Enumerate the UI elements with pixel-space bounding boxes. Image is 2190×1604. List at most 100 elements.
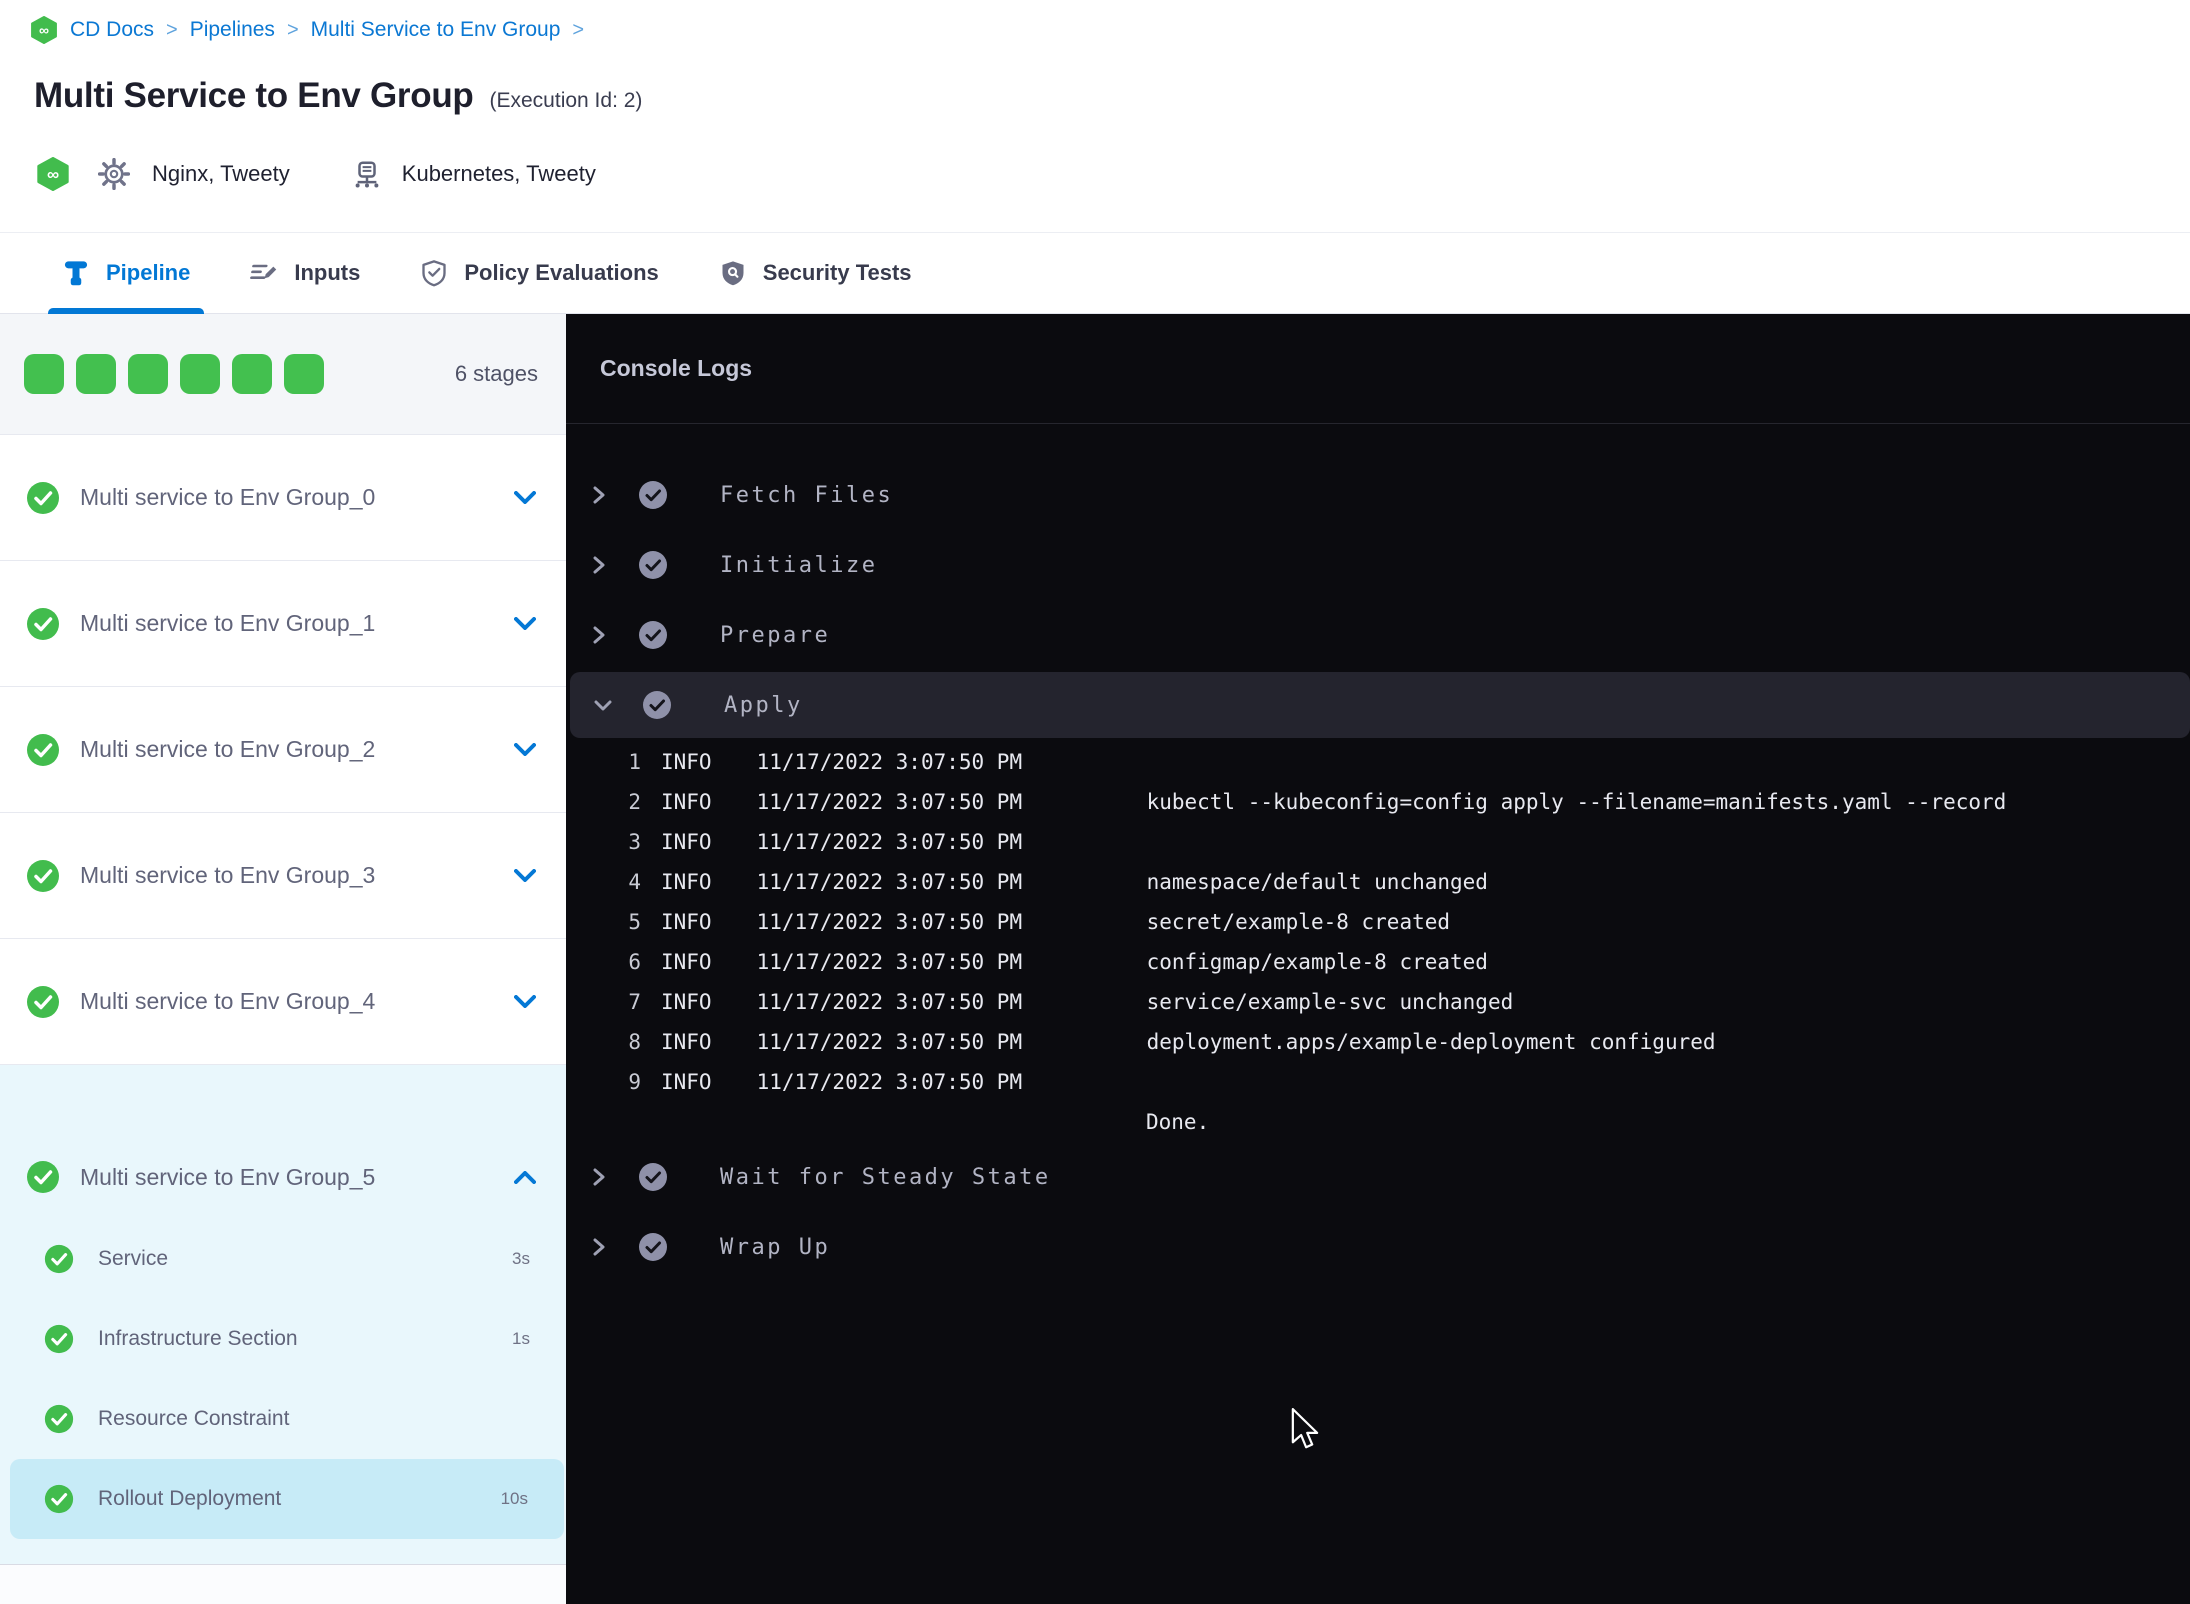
log-line-number: 6 (628, 950, 641, 974)
log-timestamp: 11/17/2022 3:07:50 PM (756, 910, 1023, 934)
log-line: 2 INFO 11/17/2022 3:07:50 PM kubectl --k… (566, 782, 2190, 822)
stage-success-icon (26, 1160, 60, 1194)
breadcrumb-separator: > (572, 18, 585, 41)
services-gear-icon (98, 158, 130, 190)
log-line: 5 INFO 11/17/2022 3:07:50 PM secret/exam… (566, 902, 2190, 942)
chevron-down-icon[interactable] (514, 995, 536, 1008)
log-level: INFO (661, 1030, 712, 1054)
step-success-icon (44, 1244, 74, 1274)
step-label: Infrastructure Section (98, 1327, 298, 1350)
tab-pipeline[interactable]: Pipeline (47, 233, 205, 314)
stage-row-0[interactable]: Multi service to Env Group_0 (0, 434, 566, 560)
log-level: INFO (661, 1070, 712, 1094)
step-label: Rollout Deployment (98, 1487, 282, 1510)
pipeline-execution-page: ∞ CD Docs > Pipelines > Multi Service to… (0, 0, 2190, 1604)
stage-success-icon (26, 859, 60, 893)
log-step-wait-for-steady-state[interactable]: Wait for Steady State (566, 1142, 2190, 1212)
stage-label: Multi service to Env Group_4 (80, 988, 376, 1014)
stage-status-square (76, 354, 116, 394)
breadcrumb-separator: > (166, 18, 178, 41)
tab-inputs[interactable]: Inputs (250, 233, 360, 313)
tab-label: Inputs (294, 260, 361, 285)
step-label: Resource Constraint (98, 1407, 290, 1430)
shield-check-icon (420, 259, 448, 287)
chevron-up-icon[interactable] (514, 1170, 536, 1184)
svg-text:∞: ∞ (39, 22, 49, 38)
page-title: Multi Service to Env Group (34, 76, 474, 115)
console-logs-title: Console Logs (600, 355, 753, 381)
stage-group-expanded: Multi service to Env Group_5 Service 3s … (0, 1064, 566, 1564)
log-line: 6 INFO 11/17/2022 3:07:50 PM configmap/e… (566, 942, 2190, 982)
stage-status-square (180, 354, 220, 394)
stage-success-icon (26, 985, 60, 1019)
step-row-service[interactable]: Service 3s (0, 1219, 566, 1299)
chevron-right-icon[interactable] (590, 486, 608, 504)
log-line-number: 8 (628, 1030, 641, 1054)
breadcrumb-link-pipelines[interactable]: Pipelines (190, 18, 275, 42)
stage-row-5[interactable]: Multi service to Env Group_5 (0, 1135, 566, 1219)
log-line: 3 INFO 11/17/2022 3:07:50 PM (566, 822, 2190, 862)
chevron-down-icon[interactable] (514, 491, 536, 504)
chevron-down-icon[interactable] (514, 869, 536, 882)
stage-row-2[interactable]: Multi service to Env Group_2 (0, 686, 566, 812)
step-row-resource-constraint[interactable]: Resource Constraint (0, 1379, 566, 1459)
step-success-icon (44, 1324, 74, 1354)
log-timestamp: 11/17/2022 3:07:50 PM (756, 1070, 1023, 1094)
step-success-icon (638, 550, 668, 580)
stage-label: Multi service to Env Group_5 (80, 1163, 376, 1190)
breadcrumb-link-cd-docs[interactable]: CD Docs (70, 18, 154, 42)
stage-label: Multi service to Env Group_0 (80, 484, 376, 510)
step-label: Service (98, 1247, 169, 1270)
chevron-right-icon[interactable] (590, 626, 608, 644)
log-step-fetch-files[interactable]: Fetch Files (566, 460, 2190, 530)
step-row-infrastructure-section[interactable]: Infrastructure Section 1s (0, 1299, 566, 1379)
harness-cd-logo-icon: ∞ (36, 157, 70, 191)
chevron-right-icon[interactable] (590, 1168, 608, 1186)
step-success-icon (638, 480, 668, 510)
pipeline-icon (62, 259, 90, 287)
step-duration: 10s (500, 1489, 528, 1508)
inputs-icon (250, 259, 278, 287)
chevron-right-icon[interactable] (590, 1238, 608, 1256)
log-step-prepare[interactable]: Prepare (566, 600, 2190, 670)
stage-row-3[interactable]: Multi service to Env Group_3 (0, 812, 566, 938)
stage-row-1[interactable]: Multi service to Env Group_1 (0, 560, 566, 686)
log-timestamp: 11/17/2022 3:07:50 PM (756, 790, 1023, 814)
harness-cd-logo-icon: ∞ (30, 16, 58, 44)
execution-tabbar: Pipeline Inputs Policy Evaluations Secur… (0, 232, 2190, 314)
breadcrumb: ∞ CD Docs > Pipelines > Multi Service to… (30, 16, 584, 44)
log-level: INFO (661, 950, 712, 974)
log-step-initialize[interactable]: Initialize (566, 530, 2190, 600)
step-row-rollout-deployment[interactable]: Rollout Deployment 10s (10, 1459, 564, 1539)
stage-label: Multi service to Env Group_1 (80, 610, 376, 636)
breadcrumb-link-pipeline-name[interactable]: Multi Service to Env Group (311, 18, 561, 42)
log-level: INFO (661, 790, 712, 814)
log-done-message: Done. (1146, 1110, 1210, 1134)
log-line: 9 INFO 11/17/2022 3:07:50 PM (566, 1062, 2190, 1102)
tab-label: Security Tests (762, 260, 912, 285)
log-timestamp: 11/17/2022 3:07:50 PM (756, 830, 1023, 854)
step-success-icon (44, 1404, 74, 1434)
main-content: 6 stages Multi service to Env Group_0 Mu… (0, 314, 2190, 1604)
log-message: kubectl --kubeconfig=config apply --file… (1146, 790, 2007, 814)
log-line-number: 2 (628, 790, 641, 814)
tab-policy-evaluations[interactable]: Policy Evaluations (420, 233, 659, 313)
chevron-right-icon[interactable] (590, 556, 608, 574)
stage-row-4[interactable]: Multi service to Env Group_4 (0, 938, 566, 1064)
log-step-label: Wait for Steady State (720, 1164, 1051, 1190)
log-message: secret/example-8 created (1146, 910, 1451, 934)
log-step-label: Prepare (720, 622, 831, 648)
chevron-down-icon[interactable] (594, 699, 612, 712)
step-success-icon (638, 1232, 668, 1262)
chevron-down-icon[interactable] (514, 743, 536, 756)
log-level: INFO (661, 830, 712, 854)
log-line-number: 1 (628, 750, 641, 774)
chevron-down-icon[interactable] (514, 617, 536, 630)
log-step-wrap-up[interactable]: Wrap Up (566, 1212, 2190, 1282)
tab-security-tests[interactable]: Security Tests (719, 233, 912, 313)
step-duration: 1s (512, 1329, 530, 1348)
log-step-label: Fetch Files (720, 482, 894, 508)
log-message: deployment.apps/example-deployment confi… (1146, 1030, 1716, 1054)
log-line-number: 9 (628, 1070, 641, 1094)
log-step-apply[interactable]: Apply (570, 672, 2190, 738)
